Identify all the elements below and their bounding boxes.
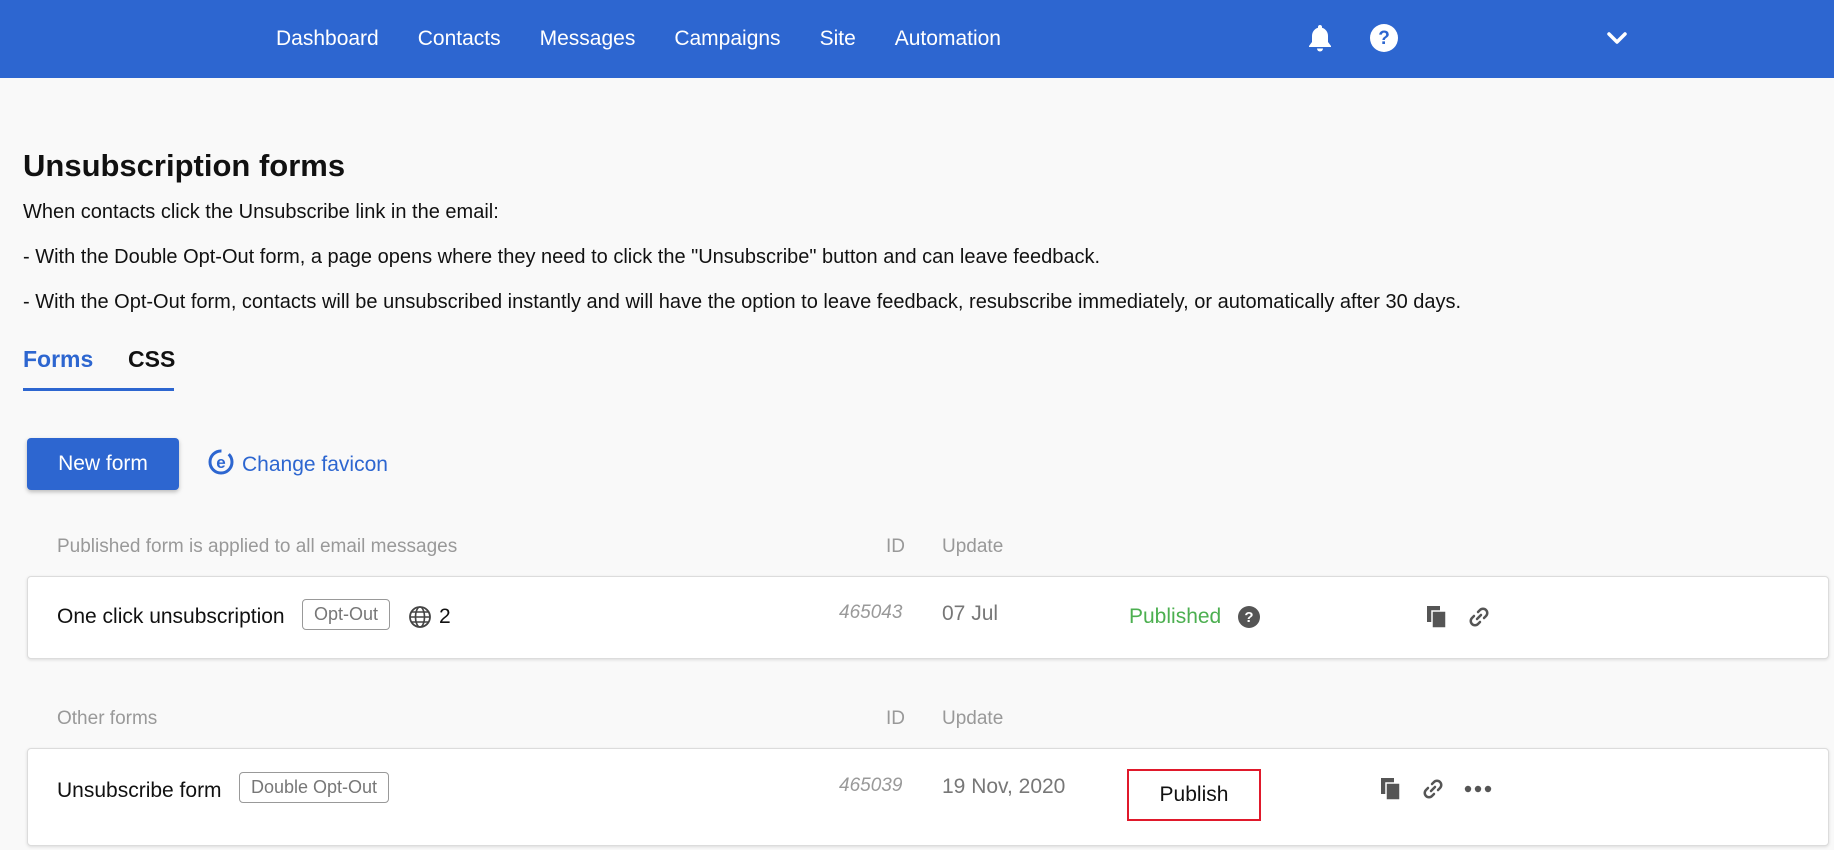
published-update-header: Update xyxy=(942,536,1004,557)
chevron-down-icon[interactable] xyxy=(1600,21,1634,55)
nav-site[interactable]: Site xyxy=(820,27,856,51)
tab-css[interactable]: CSS xyxy=(128,346,175,373)
nav-automation[interactable]: Automation xyxy=(895,27,1001,51)
tab-forms[interactable]: Forms xyxy=(23,346,93,373)
svg-text:e: e xyxy=(216,453,225,472)
published-form-card[interactable]: One click unsubscription Opt-Out 2 46504… xyxy=(27,576,1829,659)
other-section-header: Other forms xyxy=(57,708,158,729)
published-section-header: Published form is applied to all email m… xyxy=(57,536,458,557)
copy-icon[interactable] xyxy=(1378,776,1404,802)
help-icon[interactable]: ? xyxy=(1367,21,1401,55)
other-id-header: ID xyxy=(886,708,905,729)
form-type-badge: Opt-Out xyxy=(302,599,391,630)
more-icon[interactable] xyxy=(1464,776,1492,802)
nav-campaigns[interactable]: Campaigns xyxy=(674,27,780,51)
form-update-date: 07 Jul xyxy=(942,602,999,625)
status-published: Published xyxy=(1129,605,1222,628)
publish-button[interactable]: Publish xyxy=(1127,769,1261,821)
site-count: 2 xyxy=(439,605,451,628)
active-tab-indicator xyxy=(23,388,91,391)
tab-bar: Forms CSS xyxy=(23,340,175,391)
page-intro: When contacts click the Unsubscribe link… xyxy=(23,201,499,223)
globe-icon xyxy=(408,605,432,629)
change-favicon-link[interactable]: e Change favicon xyxy=(208,449,388,481)
nav-messages[interactable]: Messages xyxy=(540,27,636,51)
other-form-card[interactable]: Unsubscribe form Double Opt-Out 465039 1… xyxy=(27,748,1829,846)
svg-text:?: ? xyxy=(1244,609,1253,626)
form-id: 465039 xyxy=(839,775,903,796)
published-id-header: ID xyxy=(886,536,905,557)
main-nav: Dashboard Contacts Messages Campaigns Si… xyxy=(276,0,1040,78)
help-icon[interactable]: ? xyxy=(1236,604,1262,630)
nav-dashboard[interactable]: Dashboard xyxy=(276,27,379,51)
link-icon[interactable] xyxy=(1466,604,1492,630)
form-name[interactable]: One click unsubscription xyxy=(57,605,285,629)
form-id: 465043 xyxy=(839,602,903,623)
top-nav-bar: Dashboard Contacts Messages Campaigns Si… xyxy=(0,0,1834,78)
copy-icon[interactable] xyxy=(1424,604,1450,630)
svg-text:?: ? xyxy=(1378,28,1390,49)
form-name[interactable]: Unsubscribe form xyxy=(57,779,222,803)
favicon-icon: e xyxy=(208,449,234,481)
other-update-header: Update xyxy=(942,708,1004,729)
form-type-badge: Double Opt-Out xyxy=(239,772,390,803)
bell-icon[interactable] xyxy=(1303,21,1337,55)
page-desc-double-opt-out: - With the Double Opt-Out form, a page o… xyxy=(23,246,1101,268)
new-form-button[interactable]: New form xyxy=(27,438,179,490)
page-title: Unsubscription forms xyxy=(23,148,346,183)
page-desc-opt-out: - With the Opt-Out form, contacts will b… xyxy=(23,291,1462,313)
change-favicon-label: Change favicon xyxy=(242,453,388,476)
nav-contacts[interactable]: Contacts xyxy=(418,27,501,51)
link-icon[interactable] xyxy=(1420,776,1446,802)
form-update-date: 19 Nov, 2020 xyxy=(942,775,1066,798)
